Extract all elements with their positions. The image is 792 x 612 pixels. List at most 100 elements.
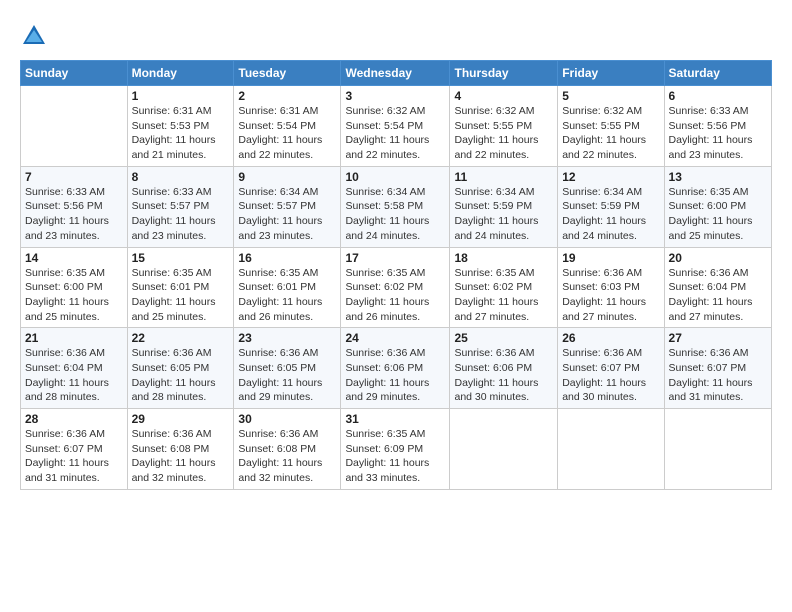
day-number: 4 [454,89,553,103]
day-info: Sunrise: 6:31 AM Sunset: 5:53 PM Dayligh… [132,104,230,163]
day-number: 2 [238,89,336,103]
header [20,18,772,50]
day-info: Sunrise: 6:32 AM Sunset: 5:55 PM Dayligh… [454,104,553,163]
day-info: Sunrise: 6:36 AM Sunset: 6:07 PM Dayligh… [562,346,659,405]
day-info: Sunrise: 6:33 AM Sunset: 5:57 PM Dayligh… [132,185,230,244]
calendar-cell: 2Sunrise: 6:31 AM Sunset: 5:54 PM Daylig… [234,86,341,167]
day-info: Sunrise: 6:36 AM Sunset: 6:03 PM Dayligh… [562,266,659,325]
day-number: 17 [345,251,445,265]
day-info: Sunrise: 6:33 AM Sunset: 5:56 PM Dayligh… [25,185,123,244]
calendar-cell: 10Sunrise: 6:34 AM Sunset: 5:58 PM Dayli… [341,166,450,247]
calendar-cell: 18Sunrise: 6:35 AM Sunset: 6:02 PM Dayli… [450,247,558,328]
day-info: Sunrise: 6:34 AM Sunset: 5:57 PM Dayligh… [238,185,336,244]
day-number: 15 [132,251,230,265]
day-info: Sunrise: 6:33 AM Sunset: 5:56 PM Dayligh… [669,104,767,163]
day-info: Sunrise: 6:36 AM Sunset: 6:06 PM Dayligh… [345,346,445,405]
day-info: Sunrise: 6:35 AM Sunset: 6:00 PM Dayligh… [25,266,123,325]
day-number: 9 [238,170,336,184]
day-info: Sunrise: 6:35 AM Sunset: 6:00 PM Dayligh… [669,185,767,244]
day-info: Sunrise: 6:36 AM Sunset: 6:06 PM Dayligh… [454,346,553,405]
calendar-cell: 4Sunrise: 6:32 AM Sunset: 5:55 PM Daylig… [450,86,558,167]
day-info: Sunrise: 6:36 AM Sunset: 6:08 PM Dayligh… [238,427,336,486]
day-number: 10 [345,170,445,184]
day-number: 23 [238,331,336,345]
calendar-cell: 1Sunrise: 6:31 AM Sunset: 5:53 PM Daylig… [127,86,234,167]
calendar-cell: 21Sunrise: 6:36 AM Sunset: 6:04 PM Dayli… [21,328,128,409]
calendar-cell: 30Sunrise: 6:36 AM Sunset: 6:08 PM Dayli… [234,409,341,490]
day-number: 6 [669,89,767,103]
calendar-cell: 9Sunrise: 6:34 AM Sunset: 5:57 PM Daylig… [234,166,341,247]
day-number: 25 [454,331,553,345]
day-info: Sunrise: 6:36 AM Sunset: 6:07 PM Dayligh… [25,427,123,486]
day-info: Sunrise: 6:36 AM Sunset: 6:04 PM Dayligh… [669,266,767,325]
day-number: 20 [669,251,767,265]
day-number: 11 [454,170,553,184]
day-info: Sunrise: 6:35 AM Sunset: 6:01 PM Dayligh… [238,266,336,325]
day-info: Sunrise: 6:35 AM Sunset: 6:09 PM Dayligh… [345,427,445,486]
calendar-cell [558,409,664,490]
day-number: 27 [669,331,767,345]
calendar-cell: 19Sunrise: 6:36 AM Sunset: 6:03 PM Dayli… [558,247,664,328]
calendar-week-row: 1Sunrise: 6:31 AM Sunset: 5:53 PM Daylig… [21,86,772,167]
weekday-header: Sunday [21,61,128,86]
weekday-header: Monday [127,61,234,86]
calendar-cell: 26Sunrise: 6:36 AM Sunset: 6:07 PM Dayli… [558,328,664,409]
weekday-header: Friday [558,61,664,86]
day-number: 3 [345,89,445,103]
calendar-body: 1Sunrise: 6:31 AM Sunset: 5:53 PM Daylig… [21,86,772,490]
calendar-cell: 16Sunrise: 6:35 AM Sunset: 6:01 PM Dayli… [234,247,341,328]
calendar-cell: 13Sunrise: 6:35 AM Sunset: 6:00 PM Dayli… [664,166,771,247]
day-number: 13 [669,170,767,184]
logo [20,22,50,50]
day-number: 24 [345,331,445,345]
calendar-week-row: 28Sunrise: 6:36 AM Sunset: 6:07 PM Dayli… [21,409,772,490]
day-info: Sunrise: 6:35 AM Sunset: 6:01 PM Dayligh… [132,266,230,325]
weekday-row: SundayMondayTuesdayWednesdayThursdayFrid… [21,61,772,86]
day-info: Sunrise: 6:31 AM Sunset: 5:54 PM Dayligh… [238,104,336,163]
calendar-cell [450,409,558,490]
calendar-cell [21,86,128,167]
calendar-cell: 5Sunrise: 6:32 AM Sunset: 5:55 PM Daylig… [558,86,664,167]
calendar: SundayMondayTuesdayWednesdayThursdayFrid… [20,60,772,490]
weekday-header: Tuesday [234,61,341,86]
day-number: 7 [25,170,123,184]
calendar-cell: 12Sunrise: 6:34 AM Sunset: 5:59 PM Dayli… [558,166,664,247]
day-number: 22 [132,331,230,345]
calendar-cell: 11Sunrise: 6:34 AM Sunset: 5:59 PM Dayli… [450,166,558,247]
calendar-cell: 14Sunrise: 6:35 AM Sunset: 6:00 PM Dayli… [21,247,128,328]
day-number: 30 [238,412,336,426]
day-info: Sunrise: 6:36 AM Sunset: 6:05 PM Dayligh… [238,346,336,405]
day-number: 28 [25,412,123,426]
calendar-week-row: 14Sunrise: 6:35 AM Sunset: 6:00 PM Dayli… [21,247,772,328]
weekday-header: Thursday [450,61,558,86]
calendar-cell: 22Sunrise: 6:36 AM Sunset: 6:05 PM Dayli… [127,328,234,409]
logo-icon [20,22,48,50]
calendar-cell: 23Sunrise: 6:36 AM Sunset: 6:05 PM Dayli… [234,328,341,409]
day-number: 5 [562,89,659,103]
day-number: 1 [132,89,230,103]
day-info: Sunrise: 6:34 AM Sunset: 5:58 PM Dayligh… [345,185,445,244]
calendar-cell: 7Sunrise: 6:33 AM Sunset: 5:56 PM Daylig… [21,166,128,247]
calendar-cell: 8Sunrise: 6:33 AM Sunset: 5:57 PM Daylig… [127,166,234,247]
day-info: Sunrise: 6:34 AM Sunset: 5:59 PM Dayligh… [454,185,553,244]
day-info: Sunrise: 6:32 AM Sunset: 5:54 PM Dayligh… [345,104,445,163]
day-number: 31 [345,412,445,426]
calendar-cell: 15Sunrise: 6:35 AM Sunset: 6:01 PM Dayli… [127,247,234,328]
calendar-cell: 3Sunrise: 6:32 AM Sunset: 5:54 PM Daylig… [341,86,450,167]
day-number: 14 [25,251,123,265]
calendar-cell: 27Sunrise: 6:36 AM Sunset: 6:07 PM Dayli… [664,328,771,409]
calendar-week-row: 7Sunrise: 6:33 AM Sunset: 5:56 PM Daylig… [21,166,772,247]
day-number: 12 [562,170,659,184]
day-number: 29 [132,412,230,426]
day-number: 18 [454,251,553,265]
calendar-cell: 24Sunrise: 6:36 AM Sunset: 6:06 PM Dayli… [341,328,450,409]
day-number: 19 [562,251,659,265]
day-info: Sunrise: 6:35 AM Sunset: 6:02 PM Dayligh… [345,266,445,325]
day-number: 8 [132,170,230,184]
calendar-cell [664,409,771,490]
weekday-header: Wednesday [341,61,450,86]
calendar-cell: 28Sunrise: 6:36 AM Sunset: 6:07 PM Dayli… [21,409,128,490]
calendar-week-row: 21Sunrise: 6:36 AM Sunset: 6:04 PM Dayli… [21,328,772,409]
day-number: 16 [238,251,336,265]
day-info: Sunrise: 6:32 AM Sunset: 5:55 PM Dayligh… [562,104,659,163]
